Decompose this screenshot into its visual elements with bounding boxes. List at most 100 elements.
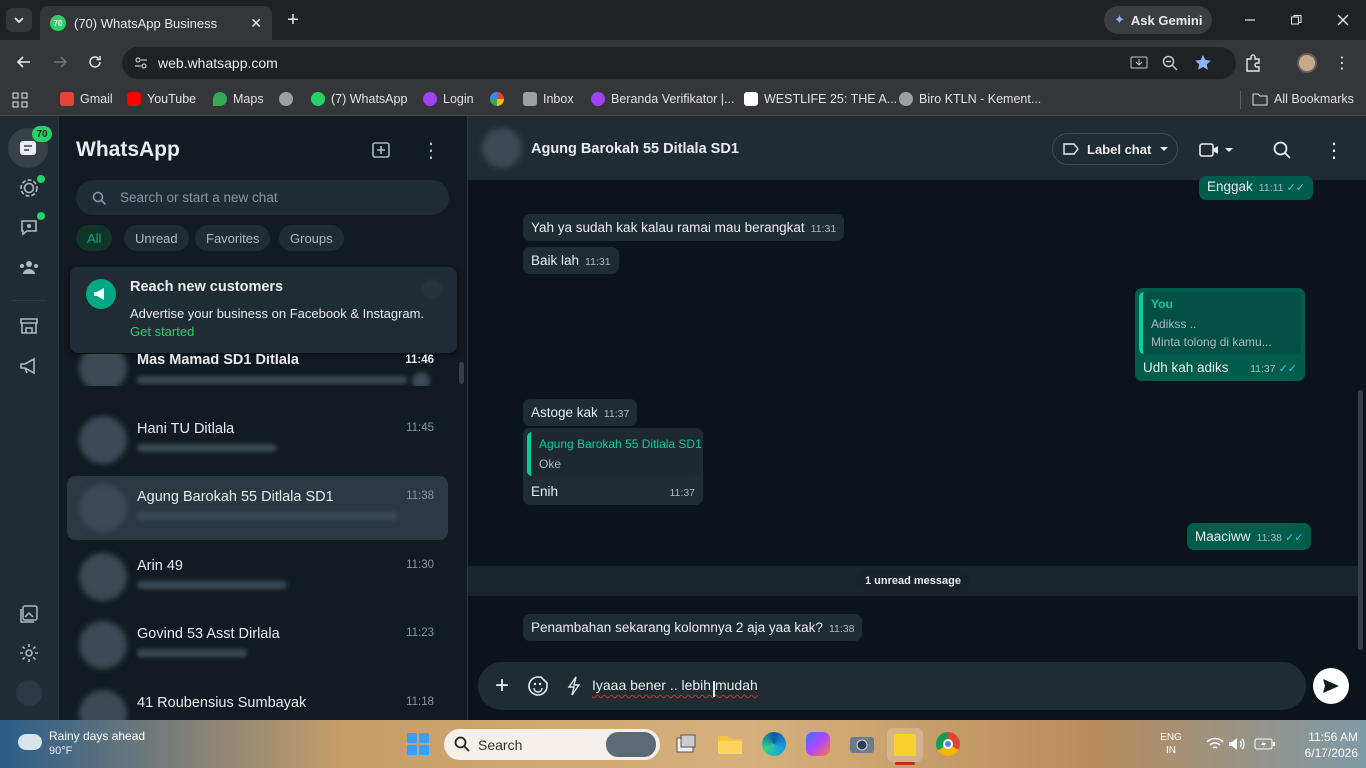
tab-search-button[interactable]: [6, 8, 32, 32]
attach-button[interactable]: +: [490, 672, 514, 699]
new-chat-button[interactable]: [369, 138, 393, 162]
chat-row[interactable]: Govind 53 Asst Dirlala 11:23: [67, 613, 448, 677]
bookmark-beranda[interactable]: Beranda Verifikator |...: [591, 92, 734, 106]
message-in[interactable]: Astoge kak 11:37: [523, 399, 638, 426]
promo-title: Reach new customers: [130, 279, 284, 295]
tab-whatsapp[interactable]: 70 (70) WhatsApp Business ✕: [40, 6, 272, 40]
bookmark-whatsapp[interactable]: (7) WhatsApp: [311, 92, 407, 106]
site-info-icon: [135, 57, 147, 69]
promo-close-icon[interactable]: [422, 279, 442, 299]
rail-channels-button[interactable]: [18, 216, 40, 238]
filter-groups[interactable]: Groups: [279, 225, 344, 251]
camera-app-button[interactable]: [846, 728, 878, 760]
profile-avatar[interactable]: [1297, 53, 1317, 73]
minimize-button[interactable]: [1240, 10, 1260, 30]
extensions-button[interactable]: [1242, 52, 1264, 74]
rail-catalog-button[interactable]: [18, 315, 40, 337]
filter-favorites[interactable]: Favorites: [195, 225, 271, 251]
edge-button[interactable]: [758, 728, 790, 760]
message-input[interactable]: Iyaaa bener .. lebih mudah: [592, 677, 758, 693]
chat-menu-button[interactable]: ⋮: [1323, 138, 1345, 162]
video-call-button[interactable]: [1196, 138, 1236, 162]
bookmark-westlife[interactable]: WESTLIFE 25: THE A...: [744, 92, 897, 106]
search-input[interactable]: Search or start a new chat: [76, 180, 449, 215]
zoom-icon[interactable]: [1162, 55, 1178, 71]
send-button[interactable]: [1313, 668, 1349, 704]
promo-link[interactable]: Get started: [130, 324, 194, 339]
rail-ads-button[interactable]: [18, 355, 40, 377]
chat-list-scrollbar[interactable]: [459, 362, 464, 384]
wifi-button[interactable]: [1206, 736, 1224, 752]
chrome-button[interactable]: [932, 728, 964, 760]
new-tab-button[interactable]: +: [282, 8, 304, 32]
quote-author: Agung Barokah 55 Ditlala SD1: [539, 437, 702, 451]
contact-avatar[interactable]: [482, 128, 522, 168]
message-in-reply[interactable]: Agung Barokah 55 Ditlala SD1 Oke Enih 11…: [523, 428, 703, 505]
chat-search-button[interactable]: [1271, 139, 1293, 161]
start-button[interactable]: [402, 728, 434, 760]
bookmark-star-icon[interactable]: [1194, 54, 1212, 72]
message-out[interactable]: Maaciww 11:38 ✓✓: [1187, 523, 1312, 550]
quoted-message[interactable]: Agung Barokah 55 Ditlala SD1 Oke: [527, 432, 702, 476]
tab-title: (70) WhatsApp Business: [74, 15, 218, 31]
taskview-button[interactable]: [670, 728, 702, 760]
address-bar[interactable]: web.whatsapp.com: [122, 47, 1236, 79]
rail-settings-button[interactable]: [18, 642, 40, 664]
clock[interactable]: 11:56 AM 6/17/2026: [1284, 729, 1358, 761]
filter-unread[interactable]: Unread: [124, 225, 189, 251]
contact-name[interactable]: Agung Barokah 55 Ditlala SD1: [531, 141, 739, 157]
bookmark-inbox[interactable]: Inbox: [523, 92, 574, 106]
weather-widget[interactable]: Rainy days ahead 90°F: [14, 728, 154, 764]
install-app-icon[interactable]: [1130, 55, 1148, 71]
profile-avatar-small[interactable]: [16, 680, 42, 706]
message-in[interactable]: Yah ya sudah kak kalau ramai mau berangk…: [523, 214, 845, 241]
browser-menu-button[interactable]: ⋮: [1332, 52, 1352, 74]
chat-row-selected[interactable]: Agung Barokah 55 Ditlala SD1 11:38: [67, 476, 448, 540]
message-out-reply[interactable]: You Adikss .. Minta tolong di kamu... Ud…: [1135, 288, 1305, 381]
sticky-notes-button[interactable]: [887, 728, 923, 762]
bookmark-photos[interactable]: [490, 92, 504, 106]
close-window-button[interactable]: [1333, 10, 1353, 30]
message-out[interactable]: Enggak 11:11 ✓✓: [1199, 176, 1313, 200]
chat-preview: [137, 444, 277, 452]
rail-communities-button[interactable]: [18, 256, 40, 278]
quick-replies-button[interactable]: [562, 674, 586, 698]
bookmark-gmail[interactable]: Gmail: [60, 92, 113, 106]
quote-author: You: [1151, 297, 1173, 311]
bookmark-login[interactable]: Login: [423, 92, 474, 106]
bookmark-biro-ktln[interactable]: Biro KTLN - Kement...: [899, 92, 1041, 106]
reload-button[interactable]: [83, 50, 107, 74]
ask-gemini-button[interactable]: ✦ Ask Gemini: [1104, 6, 1212, 34]
quoted-message[interactable]: You Adikss .. Minta tolong di kamu...: [1139, 292, 1301, 354]
chat-preview: [137, 512, 397, 520]
avatar: [79, 484, 127, 532]
restore-button[interactable]: [1286, 10, 1306, 30]
forward-button[interactable]: [48, 50, 72, 74]
language-indicator[interactable]: ENG IN: [1156, 731, 1186, 757]
taskbar-search[interactable]: Search: [444, 729, 660, 760]
sidebar-menu-button[interactable]: ⋮: [420, 138, 442, 162]
chat-row[interactable]: Hani TU Ditlala 11:45: [67, 408, 448, 472]
volume-button[interactable]: [1228, 736, 1246, 752]
message-in[interactable]: Penambahan sekarang kolomnya 2 aja yaa k…: [523, 614, 863, 641]
label-chat-button[interactable]: Label chat: [1052, 133, 1178, 165]
channels-dot: [37, 212, 45, 220]
tab-close-icon[interactable]: ✕: [250, 15, 262, 32]
bookmark-globe[interactable]: [279, 92, 293, 106]
emoji-button[interactable]: [526, 674, 550, 698]
rail-media-button[interactable]: [18, 603, 40, 625]
file-explorer-button[interactable]: [714, 728, 746, 760]
filter-all[interactable]: All: [76, 225, 113, 251]
chat-row[interactable]: 41 Roubensius Sumbayak 11:18: [67, 682, 448, 720]
back-button[interactable]: [12, 50, 36, 74]
chat-time: 11:18: [406, 696, 434, 708]
copilot-button[interactable]: [802, 728, 834, 760]
message-in[interactable]: Baik lah 11:31: [523, 247, 619, 274]
chat-row[interactable]: Arin 49 11:30: [67, 545, 448, 609]
all-bookmarks-button[interactable]: All Bookmarks: [1252, 92, 1354, 106]
apps-button[interactable]: [10, 90, 30, 110]
bookmark-maps[interactable]: Maps: [213, 92, 264, 106]
bookmark-youtube[interactable]: YouTube: [127, 92, 196, 106]
battery-button[interactable]: [1254, 736, 1276, 752]
conversation-scrollbar[interactable]: [1358, 390, 1363, 650]
